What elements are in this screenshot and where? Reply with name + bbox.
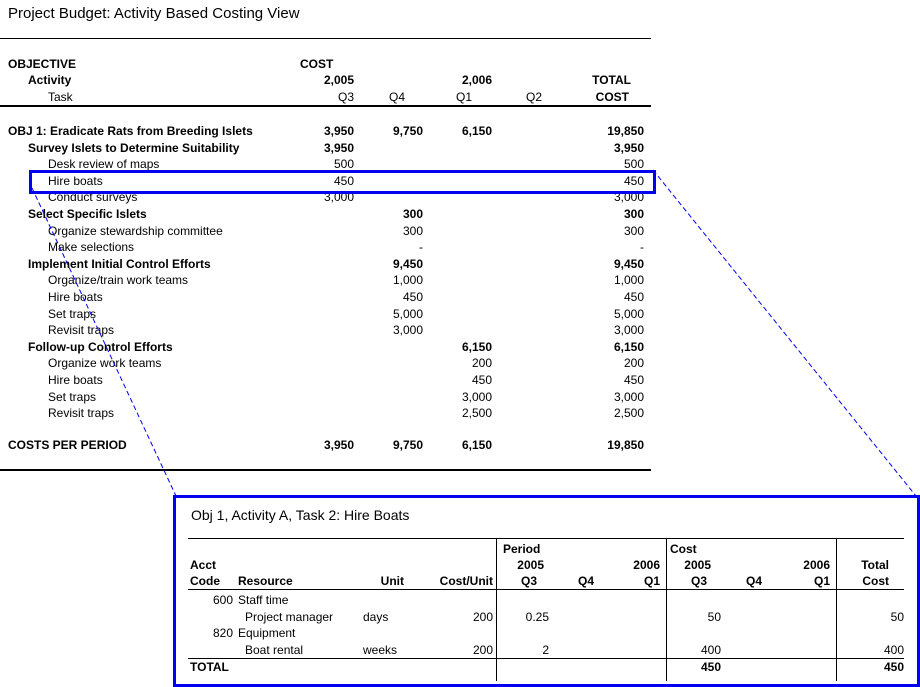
detail-h-2005-period: 2005 — [517, 558, 544, 572]
detail-top-line — [188, 538, 904, 539]
detail-total-line — [188, 658, 904, 659]
highlight-box — [29, 170, 656, 194]
detail-title: Obj 1, Activity A, Task 2: Hire Boats — [191, 507, 410, 523]
detail-row-resource: Boat rental — [245, 642, 304, 657]
detail-h-total: Total — [861, 558, 889, 572]
detail-row-p-q3: 0.25 — [525, 609, 549, 624]
detail-row-c-q3: 400 — [700, 642, 721, 657]
detail-total-label: TOTAL — [190, 660, 229, 674]
detail-h-period: Period — [503, 542, 541, 556]
detail-total-cost-q3: 450 — [700, 660, 721, 674]
detail-row-cost-unit: 200 — [472, 642, 493, 657]
detail-row-total: 400 — [883, 642, 904, 657]
detail-h-c-q1: Q1 — [813, 574, 830, 588]
page: { "title": "Project Budget: Activity Bas… — [0, 0, 920, 687]
detail-total-total: 450 — [883, 660, 904, 674]
detail-row-c-q3: 50 — [707, 609, 721, 624]
detail-row-resource: Equipment — [238, 626, 296, 640]
detail-h-code: Code — [190, 574, 220, 588]
detail-h-cost: Cost — [670, 542, 697, 556]
detail-h-resource: Resource — [238, 574, 293, 588]
detail-header-line — [188, 589, 904, 590]
detail-h-cost-unit: Cost/Unit — [439, 574, 493, 588]
detail-h-2006-cost: 2006 — [803, 558, 830, 572]
detail-h-2005-cost: 2005 — [684, 558, 711, 572]
detail-h-total-cost: Cost — [862, 574, 889, 588]
detail-h-unit: Unit — [380, 574, 404, 588]
detail-h-p-q1: Q1 — [643, 574, 660, 588]
detail-h-acct: Acct — [190, 558, 217, 572]
detail-row-p-q3: 2 — [542, 642, 549, 657]
detail-h-2006-period: 2006 — [633, 558, 660, 572]
detail-h-p-q3: Q3 — [520, 574, 537, 588]
detail-row-code: 600 — [212, 593, 233, 607]
detail-row-code: 820 — [212, 626, 233, 640]
detail-row-resource: Staff time — [238, 593, 289, 607]
detail-h-c-q4: Q4 — [745, 574, 762, 588]
detail-panel: Obj 1, Activity A, Task 2: Hire Boats Pe… — [173, 495, 920, 687]
detail-row-resource: Project manager — [245, 609, 334, 624]
detail-h-c-q3: Q3 — [690, 574, 707, 588]
detail-row-total: 50 — [890, 609, 904, 624]
detail-h-p-q4: Q4 — [577, 574, 594, 588]
detail-row-cost-unit: 200 — [472, 609, 493, 624]
